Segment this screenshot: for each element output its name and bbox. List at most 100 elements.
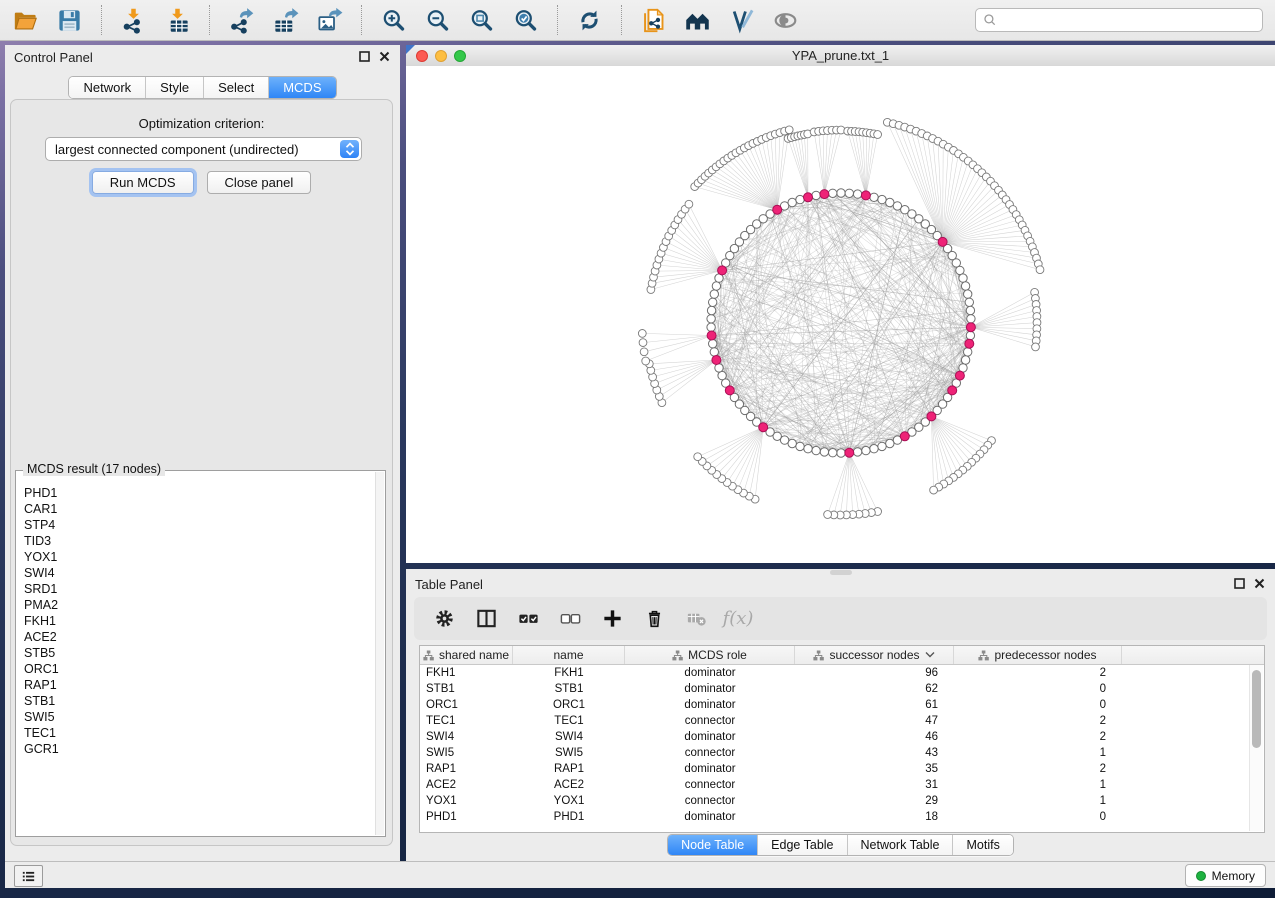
style-annotation-button[interactable] [724,3,759,37]
mcds-result-item[interactable]: STB5 [24,645,375,661]
table-row[interactable]: RAP1RAP1dominator352 [420,761,1264,777]
table-toolbar: f(x) [414,597,1267,640]
cell-shared-name: PHD1 [420,811,513,823]
cell-shared-name: RAP1 [420,763,513,775]
deselect-all-rows-button[interactable] [557,606,583,632]
mcds-result-item[interactable]: STB1 [24,693,375,709]
tab-mcds[interactable]: MCDS [269,77,335,98]
table-row[interactable]: SWI4SWI4dominator462 [420,729,1264,745]
tab-edge-table[interactable]: Edge Table [758,835,847,855]
table-scrollbar-thumb[interactable] [1252,670,1261,748]
splitter-grip[interactable] [830,570,852,575]
mcds-result-item[interactable]: SWI5 [24,709,375,725]
mcds-result-item[interactable]: ACE2 [24,629,375,645]
table-row[interactable]: ACE2ACE2connector311 [420,777,1264,793]
import-network-button[interactable] [116,3,151,37]
float-window-icon[interactable] [359,51,370,62]
tab-style[interactable]: Style [146,77,204,98]
memory-label: Memory [1212,869,1255,883]
toolbar-separator [361,5,362,35]
mcds-result-item[interactable]: FKH1 [24,613,375,629]
search-input[interactable] [1000,10,1262,30]
network-canvas[interactable] [406,66,1275,563]
zoom-selected-button[interactable] [508,3,543,37]
network-window-titlebar[interactable]: YPA_prune.txt_1 [406,45,1275,67]
create-column-button[interactable] [599,606,625,632]
show-hide-button[interactable] [768,3,803,37]
export-network-button[interactable] [224,3,259,37]
mcds-result-item[interactable]: PMA2 [24,597,375,613]
cell-MCDS-role: dominator [625,699,795,711]
task-history-button[interactable] [14,865,43,887]
table-row[interactable]: ORC1ORC1dominator610 [420,697,1264,713]
mcds-result-item[interactable]: YOX1 [24,549,375,565]
mcds-result-item[interactable]: PHD1 [24,485,375,501]
cell-successor-nodes: 47 [795,715,954,727]
mcds-result-item[interactable]: SWI4 [24,565,375,581]
tab-network-table[interactable]: Network Table [848,835,954,855]
column-header-MCDS-role[interactable]: MCDS role [625,646,795,664]
mcds-result-item[interactable]: TEC1 [24,725,375,741]
table-panel-title: Table Panel [415,577,483,592]
table-options-gear-button[interactable] [431,606,457,632]
table-row[interactable]: SWI5SWI5connector431 [420,745,1264,761]
toolbar-search[interactable] [975,8,1263,32]
import-table-button[interactable] [160,3,195,37]
optimization-criterion-select[interactable]: largest connected component (undirected) [45,137,362,161]
table-row[interactable]: PHD1PHD1dominator180 [420,809,1264,825]
memory-button[interactable]: Memory [1185,864,1266,887]
save-session-button[interactable] [52,3,87,37]
export-image-button[interactable] [312,3,347,37]
select-all-rows-button[interactable] [515,606,541,632]
export-network-icon [228,7,255,34]
open-session-button[interactable] [8,3,43,37]
mcds-result-item[interactable]: TID3 [24,533,375,549]
zoom-fit-button[interactable] [464,3,499,37]
close-panel-icon[interactable] [1254,578,1265,589]
table-row[interactable]: YOX1YOX1connector291 [420,793,1264,809]
cell-predecessor-nodes: 1 [954,779,1122,791]
column-header-name[interactable]: name [513,646,625,664]
dropdown-value: largest connected component (undirected) [46,142,361,157]
mcds-result-list: PHD1CAR1STP4TID3YOX1SWI4SRD1PMA2FKH1ACE2… [16,477,375,836]
network-graph[interactable] [406,66,1275,563]
mcds-result-scrollbar[interactable] [375,472,384,835]
table-row[interactable]: TEC1TEC1connector472 [420,713,1264,729]
zoom-out-button[interactable] [420,3,455,37]
table-row[interactable]: FKH1FKH1dominator962 [420,665,1264,681]
mcds-result-item[interactable]: ORC1 [24,661,375,677]
tab-node-table[interactable]: Node Table [668,835,758,855]
float-window-icon[interactable] [1234,578,1245,589]
tab-select[interactable]: Select [204,77,269,98]
share-network-document-button[interactable] [636,3,671,37]
delete-table-icon [685,607,708,630]
mcds-result-item[interactable]: STP4 [24,517,375,533]
column-header-shared-name[interactable]: shared name [420,646,513,664]
mcds-result-item[interactable]: SRD1 [24,581,375,597]
cell-successor-nodes: 35 [795,763,954,775]
refresh-layout-button[interactable] [572,3,607,37]
zoom-out-icon [424,7,451,34]
export-table-button[interactable] [268,3,303,37]
table-scrollbar[interactable] [1249,665,1263,831]
mcds-result-item[interactable]: CAR1 [24,501,375,517]
close-panel-button[interactable]: Close panel [207,171,312,194]
mcds-result-item[interactable]: RAP1 [24,677,375,693]
run-mcds-button[interactable]: Run MCDS [92,171,194,194]
mcds-result-item[interactable]: GCR1 [24,741,375,757]
cell-shared-name: ACE2 [420,779,513,791]
show-columns-button[interactable] [473,606,499,632]
tab-network[interactable]: Network [69,77,146,98]
cell-MCDS-role: dominator [625,811,795,823]
splitter-collapse-icon[interactable] [406,45,415,54]
first-neighbors-button[interactable] [680,3,715,37]
cell-shared-name: FKH1 [420,667,513,679]
cell-name: RAP1 [513,763,625,775]
table-row[interactable]: STB1STB1dominator620 [420,681,1264,697]
column-header-successor-nodes[interactable]: successor nodes [795,646,954,664]
close-panel-icon[interactable] [379,51,390,62]
delete-columns-button[interactable] [641,606,667,632]
column-header-predecessor-nodes[interactable]: predecessor nodes [954,646,1122,664]
zoom-in-button[interactable] [376,3,411,37]
tab-motifs[interactable]: Motifs [953,835,1012,855]
